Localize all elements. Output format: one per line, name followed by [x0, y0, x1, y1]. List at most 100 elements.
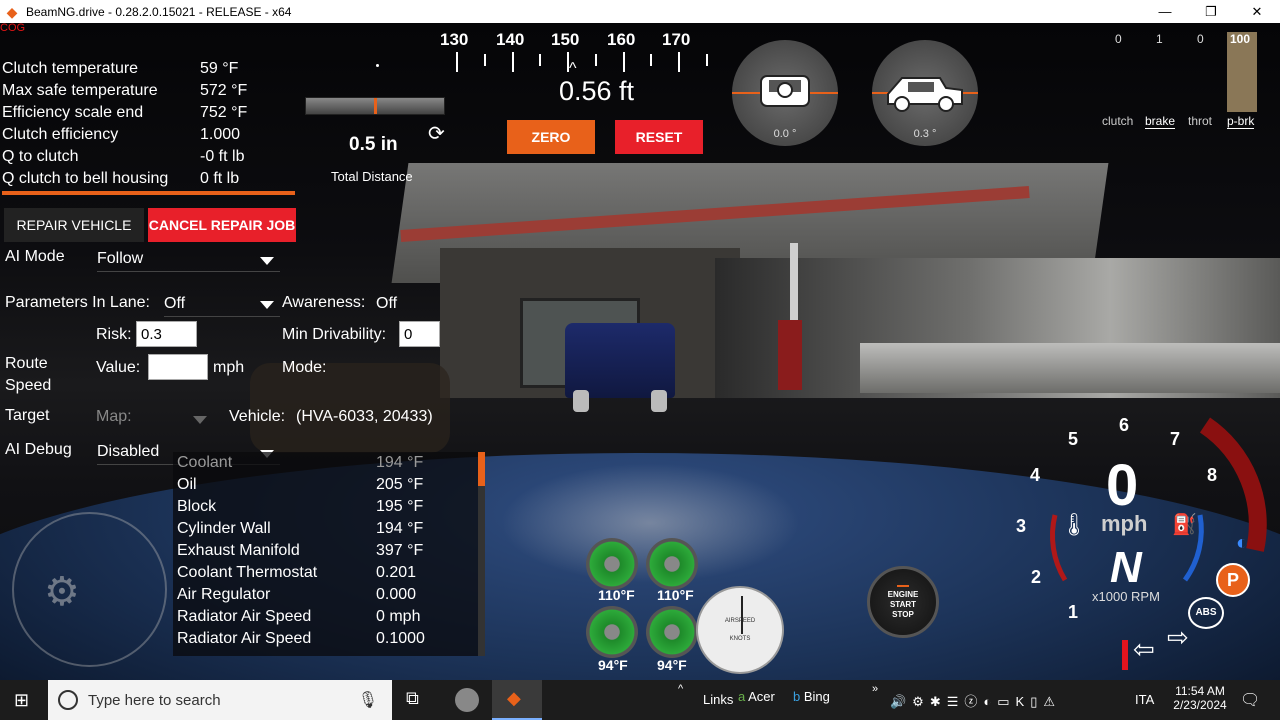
chevron-up-icon[interactable]: ^: [678, 683, 683, 695]
temp-value: 397 °F: [376, 542, 424, 559]
temp-label: Block: [177, 498, 217, 515]
debug-value: 752 °F: [200, 104, 248, 121]
temp-row: Air Regulator 0.000: [177, 586, 416, 608]
search-placeholder: Type here to search: [88, 691, 221, 709]
engine-start-stop-button[interactable]: ENGINE START STOP: [867, 566, 939, 638]
refresh-icon[interactable]: ⟳: [428, 121, 445, 146]
marker-dot: [376, 64, 379, 67]
brake-temp: 94°F: [657, 657, 687, 673]
beamng-icon: ◆: [507, 688, 521, 708]
map-label[interactable]: Map:: [96, 408, 132, 426]
clock[interactable]: 11:54 AM 2/23/2024: [1170, 684, 1230, 712]
ai-mode-select[interactable]: Follow: [97, 250, 280, 272]
engine-temps-panel: Coolant 194 °F Oil 205 °F Block 195 °F Cyli…: [173, 452, 485, 656]
bing-link[interactable]: b Bing: [793, 689, 830, 704]
temps-scroll-thumb[interactable]: [478, 452, 485, 486]
rpm-mark: 7: [1170, 429, 1181, 449]
parking-brake-indicator: P: [1216, 563, 1250, 597]
brake-disc-icon: [646, 606, 698, 658]
rpm-mark: 2: [1031, 567, 1042, 587]
media-app-icon[interactable]: [455, 688, 479, 712]
vehicle-value[interactable]: (HVA-6033, 20433): [296, 408, 433, 426]
debug-label: Efficiency scale end: [2, 104, 144, 121]
brake-disc-icon: [586, 606, 638, 658]
tray-icons[interactable]: 🔊⚙✱☰ⓩ◐▭K▯⚠: [890, 691, 1061, 710]
speed-readout: 0: [1106, 453, 1139, 518]
chevron-down-icon[interactable]: [193, 416, 207, 424]
engine-line3: STOP: [892, 610, 914, 619]
temp-label: Coolant: [177, 454, 233, 471]
pedal-label: throt: [1188, 114, 1213, 128]
brake-disc-icon: [586, 538, 638, 590]
bing-icon: b: [793, 689, 801, 704]
title-bar: ◆ BeamNG.drive - 0.28.2.0.15021 - RELEAS…: [0, 0, 1280, 23]
debug-row: Efficiency scale end 752 °F: [2, 104, 300, 126]
ruler-label: 140: [496, 30, 525, 49]
fuel-pump: [778, 320, 802, 390]
engine-icon: ⚙: [44, 570, 80, 614]
truck-wheel: [573, 390, 589, 412]
pedal-label: brake: [1145, 114, 1176, 129]
speed-value-input[interactable]: [148, 354, 208, 380]
taskbar-search[interactable]: Type here to search 🎙: [48, 680, 392, 720]
reset-button[interactable]: RESET: [615, 120, 703, 154]
abs-indicator: ABS: [1188, 597, 1224, 629]
chevron-down-icon[interactable]: [260, 257, 274, 265]
debug-value: 0 ft lb: [200, 170, 240, 187]
risk-input[interactable]: [136, 321, 197, 347]
ruler-tick: [678, 52, 680, 72]
vehicle-label: Vehicle:: [229, 408, 286, 425]
ruler-label: 170: [662, 30, 691, 49]
temp-value: 195 °F: [376, 498, 424, 515]
task-view-icon[interactable]: ⧉: [406, 688, 419, 709]
target-label: Target: [5, 407, 50, 424]
speed-unit: mph: [213, 359, 245, 376]
microphone-icon[interactable]: 🎙: [358, 690, 378, 710]
debug-label: Clutch efficiency: [2, 126, 119, 143]
ruler-label: 150: [551, 30, 580, 49]
temp-label: Oil: [177, 476, 197, 493]
rpm-mark: 8: [1207, 465, 1218, 485]
awareness-label: Awareness:: [282, 294, 366, 311]
minimize-button[interactable]: —: [1142, 0, 1188, 23]
engine-line1: ENGINE: [887, 590, 919, 599]
engine-indicator: [897, 585, 909, 587]
cancel-repair-button[interactable]: CANCEL REPAIR JOB: [148, 208, 296, 242]
panel-divider: [2, 191, 295, 195]
airspeed-needle: [741, 596, 743, 634]
engine-status-gauge: ⚙: [12, 512, 167, 667]
debug-row: Max safe temperature 572 °F: [2, 82, 300, 104]
ai-mode-label: AI Mode: [5, 248, 65, 265]
rpm-mark: 3: [1016, 516, 1027, 536]
repair-vehicle-button[interactable]: REPAIR VEHICLE: [4, 208, 144, 242]
beamng-taskbar-icon[interactable]: ◆: [492, 680, 542, 720]
beamng-icon: ◆: [6, 3, 18, 20]
close-button[interactable]: ✕: [1234, 0, 1280, 23]
windows-start-icon[interactable]: ⊞: [14, 690, 29, 711]
awareness-value[interactable]: Off: [376, 295, 397, 313]
temp-value: 0 mph: [376, 608, 421, 625]
ruler-tick: [623, 52, 625, 72]
pedal-label: clutch: [1102, 114, 1134, 128]
restore-button[interactable]: ❐: [1188, 0, 1234, 23]
drivability-input[interactable]: [399, 321, 440, 347]
risk-label: Risk:: [96, 326, 132, 343]
toolbar-overflow-icon[interactable]: »: [872, 683, 878, 695]
pitch-gauge: 0.3 °: [872, 40, 978, 146]
debug-label: Q to clutch: [2, 148, 79, 165]
clock-time: 11:54 AM: [1175, 684, 1225, 698]
temp-value: 0.201: [376, 564, 417, 581]
ruler-label: 160: [607, 30, 636, 49]
zero-button[interactable]: ZERO: [507, 120, 595, 154]
chevron-down-icon[interactable]: [260, 301, 274, 309]
temp-value: 0.1000: [376, 630, 425, 647]
links-toolbar[interactable]: Links: [703, 692, 733, 707]
pedal-value: 1: [1156, 32, 1163, 46]
notification-icon[interactable]: 🗨: [1240, 690, 1260, 710]
language-indicator[interactable]: ITA: [1135, 692, 1154, 707]
debug-label: Q clutch to bell housing: [2, 170, 169, 187]
acer-link[interactable]: a Acer: [738, 689, 775, 704]
debug-label: Max safe temperature: [2, 82, 158, 99]
airspeed-unit: KNOTS: [729, 636, 751, 642]
window-title: BeamNG.drive - 0.28.2.0.15021 - RELEASE …: [26, 4, 292, 19]
